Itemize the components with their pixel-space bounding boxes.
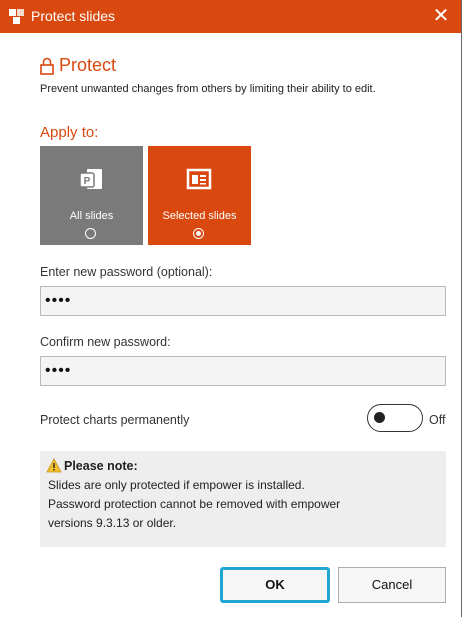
selected-slides-label: Selected slides bbox=[162, 210, 237, 222]
protect-heading: Protect bbox=[40, 55, 116, 76]
protect-slides-dialog: Protect slides ✕ Protect Prevent unwante… bbox=[0, 0, 462, 617]
slide-icon bbox=[186, 168, 212, 190]
note-box: Please note: Slides are only protected i… bbox=[40, 451, 446, 547]
protect-charts-label: Protect charts permanently bbox=[40, 413, 190, 427]
toggle-knob bbox=[374, 412, 385, 423]
selected-slides-option[interactable]: Selected slides bbox=[148, 146, 251, 245]
title-bar: Protect slides ✕ bbox=[0, 0, 461, 33]
radio-selected-dot bbox=[196, 231, 201, 236]
new-password-label: Enter new password (optional): bbox=[40, 265, 213, 279]
note-line: versions 9.3.13 or older. bbox=[48, 516, 177, 530]
toggle-state-label: Off bbox=[429, 413, 446, 427]
window-title: Protect slides bbox=[31, 8, 116, 24]
close-button[interactable]: ✕ bbox=[429, 3, 453, 29]
confirm-password-label: Confirm new password: bbox=[40, 335, 171, 349]
protect-charts-toggle[interactable] bbox=[367, 404, 423, 432]
note-line: Slides are only protected if empower is … bbox=[48, 478, 305, 492]
note-line: Password protection cannot be removed wi… bbox=[48, 497, 341, 511]
protect-heading-text: Protect bbox=[59, 55, 117, 75]
presentation-icon: P bbox=[79, 169, 102, 189]
ok-button[interactable]: OK bbox=[220, 567, 330, 603]
svg-text:P: P bbox=[84, 176, 91, 187]
protect-description: Prevent unwanted changes from others by … bbox=[40, 83, 376, 95]
lock-icon bbox=[40, 57, 54, 75]
all-slides-label: All slides bbox=[69, 210, 114, 222]
app-icon bbox=[9, 9, 24, 24]
selected-slides-radio[interactable] bbox=[193, 228, 204, 239]
all-slides-radio[interactable] bbox=[85, 228, 96, 239]
all-slides-option[interactable]: P All slides bbox=[40, 146, 143, 245]
apply-to-label: Apply to: bbox=[40, 124, 99, 141]
new-password-input[interactable]: •••• bbox=[40, 286, 446, 316]
warning-icon bbox=[46, 458, 62, 473]
cancel-button[interactable]: Cancel bbox=[338, 567, 446, 603]
note-title: Please note: bbox=[64, 459, 138, 473]
confirm-password-input[interactable]: •••• bbox=[40, 356, 446, 386]
